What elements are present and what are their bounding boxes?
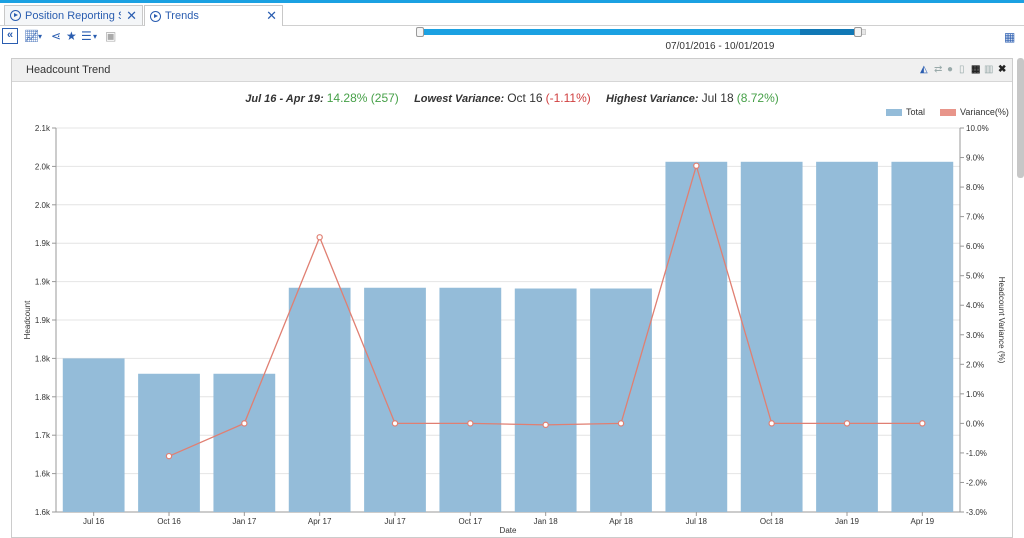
y2-tick-label: 10.0% (966, 124, 989, 133)
y-tick-label: 1.6k (35, 508, 51, 517)
y2-tick-label: -3.0% (966, 508, 987, 517)
bar-total (439, 287, 502, 512)
y-tick-label: 1.8k (35, 354, 51, 363)
x-tick-label: Jul 17 (384, 517, 406, 526)
bar-total (514, 288, 577, 512)
variance-point (768, 420, 775, 427)
x-tick-label: Jan 17 (232, 517, 257, 526)
vertical-scrollbar[interactable] (1017, 58, 1024, 178)
variance-point (391, 420, 399, 427)
x-tick-label: Jan 18 (534, 517, 559, 526)
bar-total (288, 287, 351, 512)
bar-total (62, 358, 125, 512)
bar-total (590, 288, 652, 512)
x-tick-label: Oct 17 (459, 517, 483, 526)
variance-point (617, 420, 625, 427)
variance-point (165, 452, 173, 460)
bar-total (213, 373, 276, 512)
variance-point (316, 234, 323, 241)
y-tick-label: 1.9k (35, 239, 51, 248)
x-tick-label: Apr 17 (308, 517, 332, 526)
y2-axis-title: Headcount Variance (%) (997, 277, 1006, 364)
bar-total (665, 161, 728, 513)
y2-tick-label: 4.0% (966, 301, 984, 310)
x-tick-label: Oct 16 (157, 517, 181, 526)
y-tick-label: 1.6k (35, 470, 51, 479)
bar-total (816, 161, 878, 513)
y-tick-label: 1.8k (35, 393, 51, 402)
y-tick-label: 1.7k (35, 431, 51, 440)
x-tick-label: Jul 16 (83, 517, 105, 526)
variance-point (693, 162, 700, 170)
x-tick-label: Apr 18 (609, 517, 633, 526)
variance-point (843, 420, 851, 427)
y2-tick-label: 3.0% (966, 331, 984, 340)
bar-total (740, 161, 803, 513)
y-tick-label: 2.0k (35, 162, 51, 171)
y-axis-title: Headcount (23, 300, 32, 339)
variance-point (467, 420, 474, 427)
y2-tick-label: 1.0% (966, 390, 984, 399)
x-tick-label: Apr 19 (911, 517, 935, 526)
y2-tick-label: 5.0% (966, 272, 984, 281)
bar-total (891, 161, 954, 513)
bar-total (138, 373, 200, 512)
variance-point (241, 420, 248, 427)
y2-tick-label: 8.0% (966, 183, 984, 192)
headcount-trend-chart: 2.1k 2.0k 2.0k 1.9k 1.9k 1.9k 1.8k 1.8k 1.7k 1.6k… (23, 124, 1006, 533)
y-tick-label: 1.9k (35, 278, 51, 287)
y2-tick-label: -2.0% (966, 478, 987, 487)
x-tick-label: Jul 18 (686, 517, 708, 526)
x-tick-label: Jan 19 (835, 517, 860, 526)
variance-point (542, 421, 549, 429)
y-tick-label: 1.9k (35, 316, 51, 325)
y2-tick-label: 6.0% (966, 242, 984, 251)
x-tick-label: Oct 18 (760, 517, 784, 526)
y2-tick-label: 2.0% (966, 360, 984, 369)
y2-tick-label: 7.0% (966, 213, 984, 222)
x-axis-title: Date (500, 526, 517, 533)
y-tick-label: 2.1k (35, 124, 51, 133)
y2-tick-label: 0.0% (966, 419, 984, 428)
y2-tick-label: -1.0% (966, 449, 987, 458)
y-tick-label: 2.0k (35, 201, 51, 210)
bar-total (364, 287, 426, 512)
variance-point (919, 420, 926, 427)
y2-tick-label: 9.0% (966, 154, 984, 163)
